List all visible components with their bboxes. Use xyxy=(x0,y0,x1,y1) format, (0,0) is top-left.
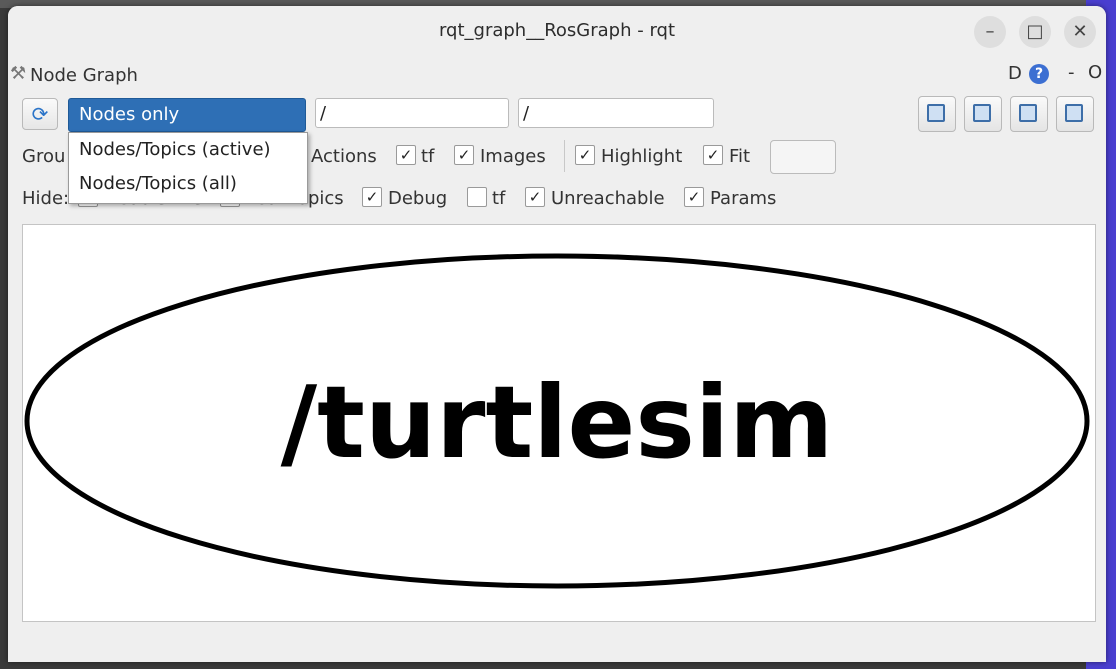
debug-label: Debug xyxy=(388,188,448,209)
help-icon[interactable]: ? xyxy=(1029,64,1049,84)
close-button[interactable]: ✕ xyxy=(1064,16,1096,48)
images-label: Images xyxy=(480,146,546,167)
graph-svg: /turtlesim xyxy=(24,253,1090,589)
divider xyxy=(564,140,565,172)
plugin-title: Node Graph xyxy=(30,65,138,86)
graph-mode-dropdown: Nodes/Topics (active) Nodes/Topics (all) xyxy=(68,132,308,204)
tf-hide-label: tf xyxy=(492,188,506,209)
tf-group-checkbox[interactable]: ✓ xyxy=(396,145,416,165)
plugin-header: ⚒ Node Graph D ? - O xyxy=(8,62,1106,90)
params-checkbox[interactable]: ✓ xyxy=(684,187,704,207)
save-svg-button[interactable] xyxy=(1010,96,1048,132)
close-plugin-icon[interactable]: O xyxy=(1088,62,1102,83)
rqt-window: rqt_graph__RosGraph - rqt – □ ✕ ⚒ Node G… xyxy=(8,6,1106,662)
maximize-button[interactable]: □ xyxy=(1019,16,1051,48)
toolbar-row: ⟳ Nodes only / / xyxy=(8,96,1106,132)
load-icon xyxy=(927,104,945,122)
debug-checkbox[interactable]: ✓ xyxy=(362,187,382,207)
node-label: /turtlesim xyxy=(281,364,834,481)
image-icon xyxy=(1065,104,1083,122)
unreachable-label: Unreachable xyxy=(551,188,665,209)
minimize-button[interactable]: – xyxy=(974,16,1006,48)
tf-hide-checkbox[interactable] xyxy=(467,187,487,207)
graph-mode-selected: Nodes only xyxy=(79,104,180,125)
hide-label: Hide: xyxy=(22,188,70,209)
fit-checkbox[interactable]: ✓ xyxy=(703,145,723,165)
save-dot-button[interactable] xyxy=(964,96,1002,132)
tf-group-label: tf xyxy=(421,146,435,167)
topic-filter-input[interactable]: / xyxy=(518,98,714,128)
dock-icon[interactable]: D xyxy=(1008,63,1022,84)
group-label: Grou xyxy=(22,146,66,167)
export-icon xyxy=(1019,104,1037,122)
highlight-checkbox[interactable]: ✓ xyxy=(575,145,595,165)
unreachable-checkbox[interactable]: ✓ xyxy=(525,187,545,207)
fit-label: Fit xyxy=(729,146,751,167)
minimize-plugin-icon[interactable]: - xyxy=(1068,62,1075,83)
images-checkbox[interactable]: ✓ xyxy=(454,145,474,165)
save-image-button[interactable] xyxy=(1056,96,1094,132)
fit-in-view-button[interactable] xyxy=(770,140,836,174)
refresh-button[interactable]: ⟳ xyxy=(22,98,58,130)
params-label: Params xyxy=(710,188,777,209)
tools-icon: ⚒ xyxy=(10,63,27,84)
dropdown-option-active[interactable]: Nodes/Topics (active) xyxy=(69,133,307,167)
actions-label: Actions xyxy=(311,146,377,167)
dropdown-option-all[interactable]: Nodes/Topics (all) xyxy=(69,167,307,201)
graph-canvas[interactable]: /turtlesim xyxy=(22,224,1096,622)
refresh-icon: ⟳ xyxy=(31,102,49,126)
load-dot-button[interactable] xyxy=(918,96,956,132)
window-title: rqt_graph__RosGraph - rqt xyxy=(438,20,676,41)
namespace-filter-input[interactable]: / xyxy=(315,98,509,128)
highlight-label: Highlight xyxy=(601,146,683,167)
save-icon xyxy=(973,104,991,122)
title-bar: rqt_graph__RosGraph - rqt – □ ✕ xyxy=(8,6,1106,58)
graph-mode-combo[interactable]: Nodes only xyxy=(68,98,335,132)
